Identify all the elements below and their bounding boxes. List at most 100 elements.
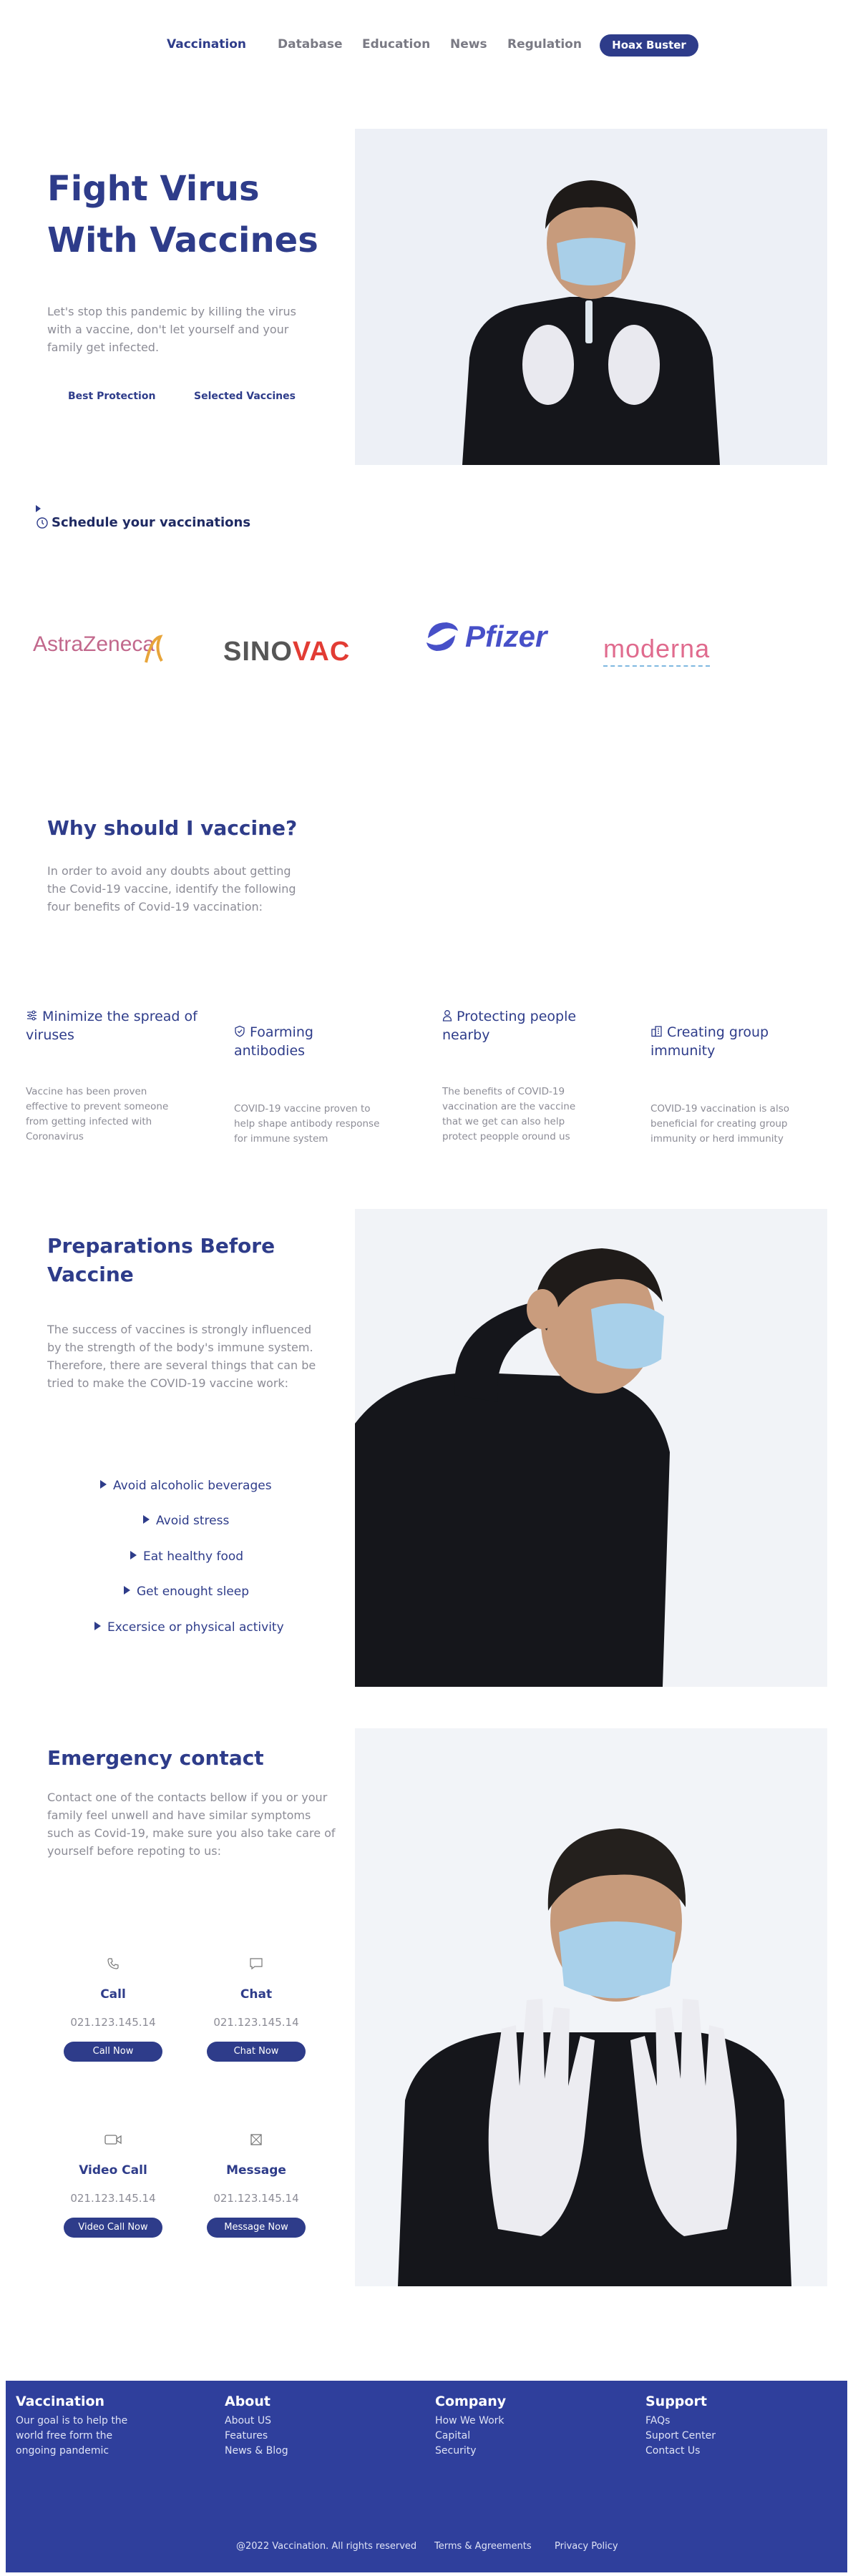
benefit-4-title: Creating group immunity bbox=[650, 1024, 769, 1059]
bullet-icon bbox=[124, 1586, 130, 1595]
footer-col-title: Vaccination bbox=[16, 2394, 105, 2409]
brand-moderna: moderna bbox=[603, 634, 711, 667]
nav-regulation[interactable]: Regulation bbox=[507, 37, 582, 52]
hero-title-line2: With Vaccines bbox=[47, 220, 318, 260]
footer-link[interactable]: FAQs bbox=[645, 2414, 716, 2429]
contact-video-number: 021.123.145.14 bbox=[70, 2192, 156, 2205]
chat-icon bbox=[250, 1958, 263, 1970]
emergency-title: Emergency contact bbox=[47, 1746, 264, 1770]
nav-news[interactable]: News bbox=[450, 37, 487, 52]
why-description: In order to avoid any doubts about getti… bbox=[47, 864, 296, 914]
astrazeneca-logo-icon bbox=[145, 635, 163, 663]
emergency-photo bbox=[355, 1728, 827, 2286]
video-icon bbox=[104, 2135, 122, 2145]
benefit-3-title: Protecting people nearby bbox=[442, 1009, 577, 1043]
footer-link[interactable]: About US bbox=[225, 2414, 288, 2429]
hero-title-line1: Fight Virus bbox=[47, 169, 260, 209]
phone-icon bbox=[107, 1958, 119, 1969]
man-stop-gesture-image bbox=[355, 1728, 827, 2286]
contact-video-title: Video Call bbox=[79, 2163, 147, 2178]
prep-title: Preparations Before Vaccine bbox=[47, 1232, 319, 1289]
prep-photo bbox=[355, 1209, 827, 1687]
prep-item-3: Eat healthy food bbox=[130, 1549, 243, 1564]
brand-astrazeneca: AstraZeneca bbox=[33, 632, 155, 656]
benefit-2-title: Foarming antibodies bbox=[234, 1024, 313, 1059]
benefit-4-text: COVID-19 vaccination is also beneficial … bbox=[650, 1103, 789, 1145]
why-title: Why should I vaccine? bbox=[47, 816, 298, 840]
benefit-3: Protecting people nearby bbox=[442, 1007, 585, 1044]
contact-chat: Chat 021.123.145.14 Chat Now bbox=[199, 1954, 313, 2062]
terms-link[interactable]: Terms & Agreements bbox=[434, 2541, 532, 2552]
brand-sinovac: SINOVAC bbox=[223, 637, 351, 667]
message-now-button[interactable]: Message Now bbox=[207, 2218, 306, 2238]
contact-video-call: Video Call 021.123.145.14 Video Call Now bbox=[56, 2130, 170, 2238]
hero-photo bbox=[355, 129, 827, 465]
contact-message-number: 021.123.145.14 bbox=[213, 2192, 299, 2205]
prep-item-5: Excersice or physical activity bbox=[94, 1620, 284, 1635]
bullet-icon bbox=[100, 1480, 107, 1489]
footer-line: world free form the bbox=[16, 2430, 113, 2442]
footer-col-title: Company bbox=[435, 2394, 507, 2409]
prep-title-line2: Vaccine bbox=[47, 1263, 134, 1286]
contact-message-title: Message bbox=[226, 2163, 286, 2178]
contact-call: Call 021.123.145.14 Call Now bbox=[56, 1954, 170, 2062]
person-icon bbox=[442, 1010, 452, 1022]
best-protection-link[interactable]: Best Protection bbox=[68, 391, 155, 402]
emergency-description: Contact one of the contacts bellow if yo… bbox=[47, 1791, 336, 1858]
contact-chat-number: 021.123.145.14 bbox=[213, 2016, 299, 2029]
call-now-button[interactable]: Call Now bbox=[64, 2042, 162, 2062]
footer-col-title: Support bbox=[645, 2394, 707, 2409]
play-icon[interactable] bbox=[36, 502, 47, 516]
footer-link[interactable]: Features bbox=[225, 2429, 288, 2444]
shield-check-icon bbox=[235, 1025, 245, 1037]
contact-call-number: 021.123.145.14 bbox=[70, 2016, 156, 2029]
contact-chat-title: Chat bbox=[240, 1987, 273, 2002]
footer-link[interactable]: How We Work bbox=[435, 2414, 506, 2429]
benefit-3-text: The benefits of COVID-19 vaccination are… bbox=[442, 1086, 576, 1142]
schedule-link[interactable]: Schedule your vaccinations bbox=[36, 515, 250, 530]
footer-link[interactable]: Suport Center bbox=[645, 2429, 716, 2444]
man-holding-vaccine-image bbox=[355, 129, 827, 465]
prep-item-1: Avoid alcoholic beverages bbox=[100, 1479, 272, 1493]
footer-col-support: Support FAQs Suport Center Contact Us bbox=[645, 2394, 716, 2459]
selected-vaccines-link[interactable]: Selected Vaccines bbox=[194, 391, 296, 402]
benefit-1: Minimize the spread of viruses bbox=[26, 1007, 198, 1044]
footer-col-about: About About US Features News & Blog bbox=[225, 2394, 288, 2459]
pfizer-logo-icon bbox=[426, 622, 458, 651]
benefit-1-text: Vaccine has been proven effective to pre… bbox=[26, 1086, 169, 1142]
footer: Vaccination Our goal is to help the worl… bbox=[6, 2381, 847, 2572]
building-icon bbox=[651, 1026, 662, 1037]
prep-item-4: Get enought sleep bbox=[124, 1585, 249, 1599]
privacy-link[interactable]: Privacy Policy bbox=[555, 2541, 618, 2552]
video-call-now-button[interactable]: Video Call Now bbox=[64, 2218, 162, 2238]
benefit-2-text: COVID-19 vaccine proven to help shape an… bbox=[234, 1103, 380, 1145]
bullet-icon bbox=[143, 1515, 150, 1524]
contact-call-title: Call bbox=[100, 1987, 126, 2002]
bullet-icon bbox=[130, 1551, 137, 1559]
prep-description: The success of vaccines is strongly infl… bbox=[47, 1323, 316, 1390]
footer-col-company: Company How We Work Capital Security bbox=[435, 2394, 506, 2459]
nav-vaccination[interactable]: Vaccination bbox=[167, 37, 246, 52]
copyright: @2022 Vaccination. All rights reserved bbox=[236, 2541, 417, 2552]
hoax-buster-button[interactable]: Hoax Buster bbox=[600, 34, 698, 57]
top-nav: Vaccination Database Education News Regu… bbox=[0, 31, 853, 60]
footer-line: ongoing pandemic bbox=[16, 2445, 109, 2457]
clock-icon bbox=[36, 516, 48, 529]
benefit-2: Foarming antibodies bbox=[234, 1023, 377, 1060]
chat-now-button[interactable]: Chat Now bbox=[207, 2042, 306, 2062]
bullet-icon bbox=[94, 1622, 101, 1630]
hero-text: Fight Virus With Vaccines bbox=[47, 163, 348, 266]
nav-education[interactable]: Education bbox=[362, 37, 430, 52]
mail-icon bbox=[250, 2134, 262, 2145]
footer-link[interactable]: Capital bbox=[435, 2429, 506, 2444]
brand-pfizer: Pfizer bbox=[465, 619, 547, 653]
footer-col-vaccination: Vaccination Our goal is to help the worl… bbox=[16, 2394, 127, 2459]
footer-link[interactable]: News & Blog bbox=[225, 2444, 288, 2459]
benefit-4: Creating group immunity bbox=[650, 1023, 794, 1060]
footer-col-title: About bbox=[225, 2394, 270, 2409]
footer-link[interactable]: Security bbox=[435, 2444, 506, 2459]
sliders-icon bbox=[27, 1010, 36, 1021]
nav-database[interactable]: Database bbox=[278, 37, 342, 52]
footer-link[interactable]: Contact Us bbox=[645, 2444, 716, 2459]
prep-title-line1: Preparations Before bbox=[47, 1234, 276, 1258]
